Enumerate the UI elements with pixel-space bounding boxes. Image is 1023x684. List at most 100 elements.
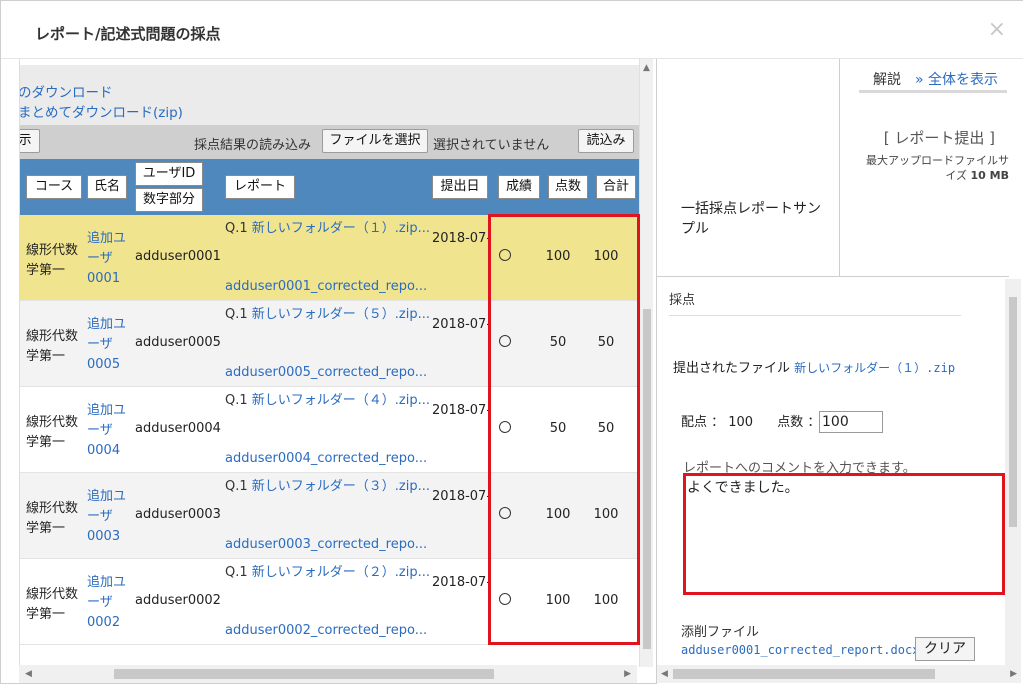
download-link[interactable]: のダウンロード	[20, 81, 113, 101]
submitted-date: 2018-07-30 17:53:01	[432, 575, 488, 590]
result-mark	[499, 249, 511, 261]
scrollbar-thumb[interactable]	[1009, 297, 1017, 527]
user-name-link[interactable]: 追加ユーザ0004	[87, 401, 131, 461]
grading-label: 採点	[669, 293, 696, 308]
course-cell: 線形代数学第一	[26, 243, 79, 278]
submitted-date: 2018-07-30 17:55:58	[432, 231, 488, 246]
divider	[839, 59, 840, 277]
total-cell: 100	[593, 507, 619, 522]
corrected-file-link[interactable]: adduser0001_corrected_repo...	[225, 279, 430, 294]
report-folder-link[interactable]: 新しいフォルダー（３）.zip...	[252, 479, 430, 494]
report-name: 一括採点レポートサンプル	[681, 201, 821, 237]
choose-file-button[interactable]: ファイルを選択	[322, 129, 428, 153]
header-score[interactable]: 点数	[548, 175, 588, 199]
table-row[interactable]: 線形代数学第一 追加ユーザ0005 adduser0005 Q.1 新しいフォル…	[20, 301, 642, 387]
scroll-left-icon[interactable]: ◀	[661, 669, 668, 679]
user-name-link[interactable]: 追加ユーザ0002	[87, 573, 131, 633]
scrollbar-thumb[interactable]	[114, 669, 494, 679]
total-cell: 100	[593, 593, 619, 608]
userid-cell: adduser0003	[135, 507, 221, 522]
submitted-file-label: 提出されたファイル	[673, 361, 791, 376]
scroll-up-icon[interactable]: ▲	[643, 63, 650, 73]
no-file-text: 選択されていません	[433, 138, 550, 153]
display-button[interactable]: 示	[20, 129, 40, 153]
submitted-file-link[interactable]: 新しいフォルダー（１）.zip	[794, 361, 955, 375]
header-result[interactable]: 成績	[498, 175, 540, 199]
view-tabs: 解説 » 全体を表示	[859, 67, 1007, 93]
submitted-date: 2018-07-30 17:54:40	[432, 317, 488, 332]
total-cell: 50	[597, 421, 615, 436]
question-label: Q.1	[225, 565, 248, 580]
dialog-header: レポート/記述式問題の採点 ×	[1, 1, 1023, 59]
header-total[interactable]: 合計	[596, 175, 636, 199]
report-submit-title: [ レポート提出 ]	[883, 129, 995, 147]
download-links: のダウンロード まとめてダウンロード(zip)	[20, 65, 642, 131]
header-userid[interactable]: ユーザID	[135, 162, 203, 186]
score-cell: 100	[545, 593, 571, 608]
corrected-file-link[interactable]: adduser0002_corrected_repo...	[225, 623, 430, 638]
left-vertical-scrollbar[interactable]: ▲	[639, 59, 653, 667]
report-folder-link[interactable]: 新しいフォルダー（４）.zip...	[252, 393, 430, 408]
right-horizontal-scrollbar[interactable]: ◀ ▶	[657, 665, 1021, 683]
result-mark	[499, 335, 511, 347]
tab-explanation[interactable]: 解説	[873, 69, 901, 89]
table-row[interactable]: 線形代数学第一 追加ユーザ0002 adduser0002 Q.1 新しいフォル…	[20, 559, 642, 645]
attachment-file-link[interactable]: adduser0001_corrected_report.docx	[681, 643, 919, 657]
tab-show-all[interactable]: » 全体を表示	[915, 69, 998, 89]
comment-textarea[interactable]: よくできました。	[687, 477, 799, 497]
report-folder-link[interactable]: 新しいフォルダー（５）.zip...	[252, 307, 430, 322]
report-cell: Q.1 新しいフォルダー（１）.zip...	[225, 219, 430, 239]
user-name-link[interactable]: 追加ユーザ0005	[87, 315, 131, 375]
right-vertical-scrollbar[interactable]	[1005, 279, 1021, 667]
detail-pane: 一括採点レポートサンプル 解説 » 全体を表示 [ レポート提出 ] 最大アップ…	[656, 59, 1023, 684]
course-cell: 線形代数学第一	[26, 501, 79, 536]
grading-dialog: レポート/記述式問題の採点 × のダウンロード まとめてダウンロード(zip) …	[0, 0, 1023, 684]
table-row[interactable]: 線形代数学第一 追加ユーザ0001 adduser0001 Q.1 新しいフォル…	[20, 215, 642, 301]
load-button[interactable]: 読込み	[578, 129, 634, 153]
table-header: コース 氏名 ユーザID 数字部分 レポート 提出日 成績 点数 合計	[20, 159, 642, 215]
clear-button[interactable]: クリア	[915, 637, 975, 661]
question-label: Q.1	[225, 393, 248, 408]
import-toolbar: 示 採点結果の読み込み ファイルを選択 選択されていません 読込み	[20, 125, 642, 159]
score-cell: 100	[545, 249, 571, 264]
corrected-file-link[interactable]: adduser0003_corrected_repo...	[225, 537, 430, 552]
result-mark	[499, 507, 511, 519]
submission-list-pane: のダウンロード まとめてダウンロード(zip) 示 採点結果の読み込み ファイル…	[19, 59, 653, 667]
corrected-file-link[interactable]: adduser0004_corrected_repo...	[225, 451, 430, 466]
points-label: 配点 ： 100	[681, 415, 754, 430]
report-folder-link[interactable]: 新しいフォルダー（１）.zip...	[252, 221, 430, 236]
header-submitted[interactable]: 提出日	[432, 175, 488, 199]
header-report[interactable]: レポート	[225, 175, 295, 199]
left-horizontal-scrollbar[interactable]: ◀ ▶	[19, 665, 637, 683]
header-digits[interactable]: 数字部分	[135, 188, 203, 212]
corrected-file-link[interactable]: adduser0005_corrected_repo...	[225, 365, 430, 380]
report-cell: Q.1 新しいフォルダー（５）.zip...	[225, 305, 430, 325]
score-label: 点数 ：	[777, 415, 821, 430]
total-cell: 100	[593, 249, 619, 264]
dialog-title: レポート/記述式問題の採点	[35, 25, 221, 43]
scroll-left-icon[interactable]: ◀	[25, 669, 32, 679]
table-row[interactable]: 線形代数学第一 追加ユーザ0003 adduser0003 Q.1 新しいフォル…	[20, 473, 642, 559]
userid-cell: adduser0001	[135, 249, 221, 264]
header-name[interactable]: 氏名	[87, 175, 127, 199]
report-info: 一括採点レポートサンプル 解説 » 全体を表示 [ レポート提出 ] 最大アップ…	[657, 59, 1009, 277]
report-folder-link[interactable]: 新しいフォルダー（２）.zip...	[252, 565, 430, 580]
user-name-link[interactable]: 追加ユーザ0001	[87, 229, 131, 289]
header-course[interactable]: コース	[26, 175, 82, 199]
close-icon[interactable]: ×	[988, 17, 1006, 42]
total-cell: 50	[597, 335, 615, 350]
scroll-right-icon[interactable]: ▶	[1010, 669, 1017, 679]
submitted-file: 提出されたファイル 新しいフォルダー（１）.zip	[673, 357, 955, 376]
user-name-link[interactable]: 追加ユーザ0003	[87, 487, 131, 547]
scrollbar-thumb[interactable]	[643, 309, 651, 649]
score-input[interactable]: 100	[819, 411, 883, 433]
comment-placeholder: レポートへのコメントを入力できます。	[683, 461, 916, 476]
userid-cell: adduser0002	[135, 593, 221, 608]
table-row[interactable]: 線形代数学第一 追加ユーザ0004 adduser0004 Q.1 新しいフォル…	[20, 387, 642, 473]
scroll-right-icon[interactable]: ▶	[624, 669, 631, 679]
score-row: 配点 ： 100 点数 ：	[681, 411, 820, 430]
scrollbar-thumb[interactable]	[673, 669, 935, 679]
download-zip-link[interactable]: まとめてダウンロード(zip)	[20, 101, 183, 121]
course-cell: 線形代数学第一	[26, 329, 79, 364]
upload-note: 最大アップロードファイルサイズ 10 MB	[863, 153, 1009, 183]
